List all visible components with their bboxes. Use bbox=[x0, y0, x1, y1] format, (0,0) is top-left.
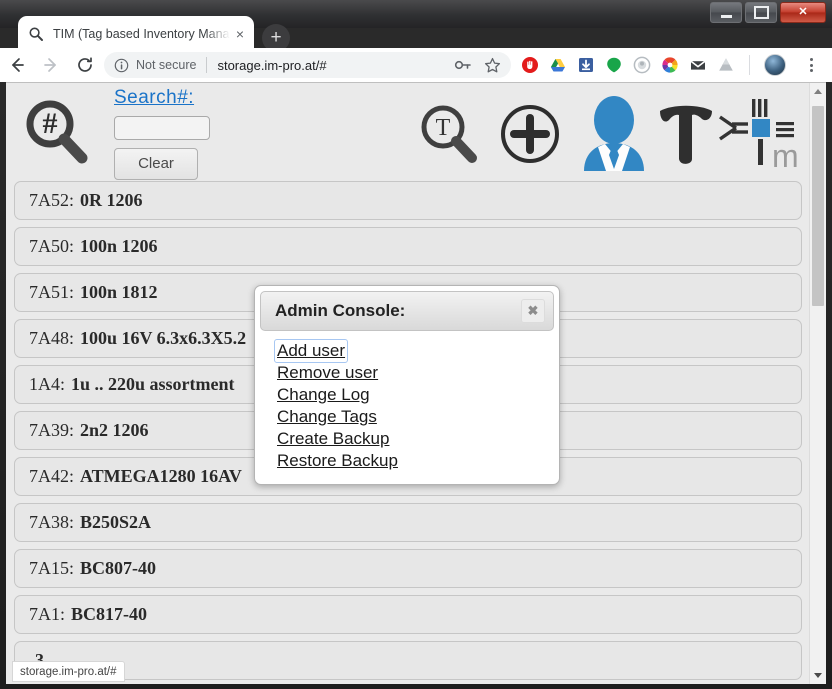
info-circle-icon bbox=[114, 58, 129, 73]
item-desc: 2n2 1206 bbox=[80, 420, 149, 440]
close-tab-icon[interactable]: × bbox=[232, 26, 248, 42]
scroll-down-icon[interactable] bbox=[810, 667, 826, 684]
google-drive-icon[interactable] bbox=[549, 56, 567, 74]
im-pro-logo-icon[interactable]: m bbox=[714, 95, 806, 177]
tab-title: TIM (Tag based Inventory Manag bbox=[53, 27, 230, 41]
admin-user-icon[interactable] bbox=[576, 95, 652, 175]
search-input[interactable] bbox=[114, 116, 210, 140]
address-bar[interactable]: Not secure storage.im-pro.at/# bbox=[104, 52, 511, 78]
svg-text:T: T bbox=[436, 115, 451, 141]
header-icon-bar: T m bbox=[404, 87, 804, 179]
omnibox-trailing-icons bbox=[454, 57, 505, 74]
green-balloon-icon[interactable] bbox=[605, 56, 623, 74]
item-desc: 1u .. 220u assortment bbox=[71, 374, 235, 394]
tab-strip: TIM (Tag based Inventory Manag × + bbox=[0, 8, 832, 52]
close-icon[interactable]: ✖ bbox=[521, 299, 545, 323]
chrome-menu-icon[interactable] bbox=[796, 58, 826, 72]
item-desc: ATMEGA1280 16AV bbox=[80, 466, 242, 486]
dialog-header: Admin Console: ✖ bbox=[260, 291, 554, 331]
change-tags-link[interactable]: Change Tags bbox=[275, 406, 379, 428]
key-icon[interactable] bbox=[454, 57, 472, 73]
browser-window: ✕ TIM (Tag based Inventory Manag × + Not… bbox=[0, 0, 832, 689]
list-item[interactable]: 3 bbox=[14, 641, 802, 680]
mail-envelope-icon[interactable] bbox=[689, 56, 707, 74]
item-code: 7A52: bbox=[29, 190, 74, 210]
search-link[interactable]: Search#: bbox=[114, 87, 194, 109]
adblock-stop-icon[interactable] bbox=[521, 56, 539, 74]
list-item[interactable]: 7A15: BC807-40 bbox=[14, 549, 802, 588]
item-desc: B250S2A bbox=[80, 512, 152, 532]
grey-circle-icon[interactable] bbox=[633, 56, 651, 74]
list-item[interactable]: 7A52: 0R 1206 bbox=[14, 181, 802, 220]
item-desc: 100n 1812 bbox=[80, 282, 158, 302]
profile-avatar[interactable] bbox=[764, 54, 786, 76]
scroll-up-icon[interactable] bbox=[810, 83, 826, 100]
magnifier-icon bbox=[28, 26, 44, 42]
forward-button[interactable] bbox=[34, 48, 68, 82]
dialog-title: Admin Console: bbox=[275, 301, 406, 320]
url-text[interactable]: storage.im-pro.at/# bbox=[217, 58, 454, 73]
star-icon[interactable] bbox=[484, 57, 501, 74]
item-code: 7A42: bbox=[29, 466, 74, 486]
tag-search-icon[interactable]: T bbox=[416, 101, 482, 167]
scrollbar-thumb[interactable] bbox=[812, 106, 824, 306]
item-desc: 100n 1206 bbox=[80, 236, 158, 256]
item-desc: BC817-40 bbox=[71, 604, 147, 624]
item-desc: BC807-40 bbox=[80, 558, 156, 578]
item-code: 7A39: bbox=[29, 420, 74, 440]
page-viewport: # Search#: Clear T m 7A52: 0R 1206 7A50:… bbox=[6, 82, 826, 684]
color-wheel-icon[interactable] bbox=[661, 56, 679, 74]
reload-button[interactable] bbox=[68, 48, 102, 82]
omnibox-divider bbox=[206, 57, 208, 73]
search-block: Search#: Clear bbox=[114, 87, 234, 180]
grey-drive-icon[interactable] bbox=[717, 56, 735, 74]
item-code: 7A1: bbox=[29, 604, 65, 624]
item-desc: 100u 16V 6.3x6.3X5.2 bbox=[80, 328, 247, 348]
status-text: storage.im-pro.at/# bbox=[20, 665, 117, 678]
tim-t-logo-icon[interactable] bbox=[654, 101, 718, 171]
create-backup-link[interactable]: Create Backup bbox=[275, 428, 391, 450]
change-log-link[interactable]: Change Log bbox=[275, 384, 372, 406]
svg-text:#: # bbox=[43, 107, 58, 140]
item-code: 1A4: bbox=[29, 374, 65, 394]
security-indicator[interactable]: Not secure bbox=[114, 58, 196, 73]
toolbar-divider bbox=[749, 55, 750, 75]
page-scrollbar[interactable] bbox=[809, 83, 826, 684]
item-desc: 0R 1206 bbox=[80, 190, 143, 210]
item-code: 7A50: bbox=[29, 236, 74, 256]
add-user-link[interactable]: Add user bbox=[273, 339, 349, 363]
status-bar: storage.im-pro.at/# bbox=[12, 661, 125, 682]
remove-user-link[interactable]: Remove user bbox=[275, 362, 380, 384]
back-button[interactable] bbox=[0, 48, 34, 82]
restore-backup-link[interactable]: Restore Backup bbox=[275, 450, 400, 472]
item-code: 7A48: bbox=[29, 328, 74, 348]
dialog-body: Add user Remove user Change Log Change T… bbox=[255, 331, 559, 472]
list-item[interactable]: 7A50: 100n 1206 bbox=[14, 227, 802, 266]
list-item[interactable]: 7A1: BC817-40 bbox=[14, 595, 802, 634]
browser-tab[interactable]: TIM (Tag based Inventory Manag × bbox=[18, 16, 254, 52]
hash-magnifier-icon: # bbox=[20, 95, 96, 171]
item-code: 7A15: bbox=[29, 558, 74, 578]
clear-button[interactable]: Clear bbox=[114, 148, 198, 180]
add-item-icon[interactable] bbox=[499, 103, 561, 165]
app-header: # Search#: Clear T m bbox=[6, 83, 810, 181]
browser-toolbar: Not secure storage.im-pro.at/# bbox=[0, 48, 832, 82]
list-item[interactable]: 7A38: B250S2A bbox=[14, 503, 802, 542]
item-code: 7A51: bbox=[29, 282, 74, 302]
security-label: Not secure bbox=[136, 58, 197, 72]
download-blue-icon[interactable] bbox=[577, 56, 595, 74]
extension-icons bbox=[517, 54, 832, 76]
item-code: 7A38: bbox=[29, 512, 74, 532]
svg-text:m: m bbox=[772, 138, 799, 174]
admin-console-dialog: Admin Console: ✖ Add user Remove user Ch… bbox=[254, 285, 560, 485]
